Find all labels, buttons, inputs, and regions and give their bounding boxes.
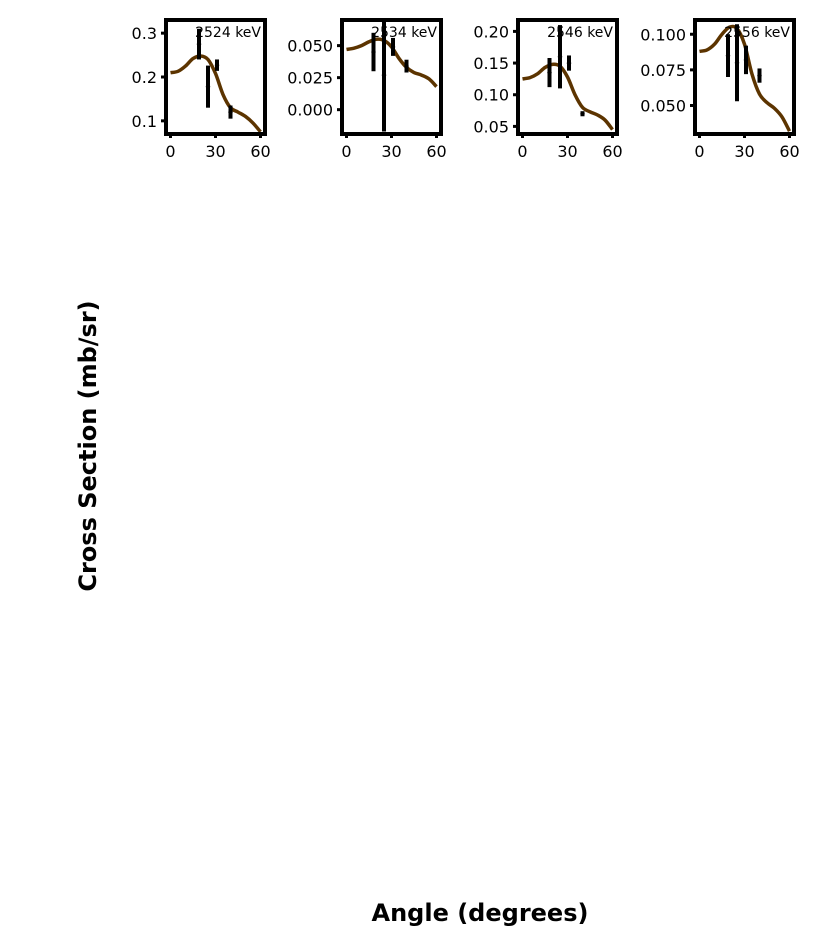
x-tick-label: 30 — [381, 142, 401, 161]
y-tick-label: 0.2 — [132, 68, 157, 87]
x-tick-label: 0 — [694, 142, 704, 161]
y-tick-label: 0.20 — [473, 22, 509, 41]
data-point — [725, 53, 731, 58]
panel-energy-label: 2524 keV — [195, 25, 261, 41]
y-tick-label: 0.15 — [473, 54, 509, 73]
data-point — [214, 62, 220, 68]
y-tick-label: 0.3 — [132, 24, 157, 43]
y-axis-title: Cross Section (mb/sr) — [74, 300, 102, 591]
fit-curve — [522, 62, 614, 131]
data-point — [196, 41, 202, 47]
panel-2: 0 30 60 0.000 0.025 0.050 2534 keV — [287, 18, 447, 161]
data-point — [734, 60, 740, 65]
x-tick-label: 30 — [205, 142, 225, 161]
y-tick-label: 0.000 — [287, 101, 333, 120]
y-tick-label: 0.100 — [640, 25, 686, 44]
data-point — [228, 109, 233, 115]
x-tick-label: 30 — [557, 142, 577, 161]
fit-curve — [699, 24, 792, 132]
data-point — [547, 70, 552, 75]
panels-group: 0 30 60 0.1 0.2 0.3 2524 keV 0 30 60 0.000 0.025 0.0… — [132, 18, 800, 161]
data-point — [404, 63, 409, 69]
data-point — [566, 60, 572, 66]
data-point — [381, 72, 387, 78]
data-point — [757, 73, 762, 78]
data-point — [390, 44, 396, 50]
x-tick-label: 60 — [426, 142, 446, 161]
x-tick-label: 0 — [165, 142, 175, 161]
panel-1: 0 30 60 0.1 0.2 0.3 2524 keV — [132, 18, 271, 161]
y-tick-label: 0.1 — [132, 112, 157, 131]
panel-4: 0 30 60 0.050 0.075 0.100 2556 keV — [640, 18, 800, 161]
y-tick-label: 0.050 — [640, 97, 686, 116]
data-point — [580, 111, 585, 116]
x-tick-label: 0 — [517, 142, 527, 161]
x-tick-label: 60 — [779, 142, 799, 161]
data-point — [205, 84, 211, 89]
x-axis-title: Angle (degrees) — [372, 899, 589, 927]
panel-3: 0 30 60 0.05 0.10 0.15 0.20 2546 keV — [473, 18, 623, 161]
y-tick-label: 0.025 — [287, 69, 333, 88]
x-tick-label: 60 — [250, 142, 270, 161]
y-tick-label: 0.10 — [473, 86, 509, 105]
panel-energy-label: 2556 keV — [724, 25, 790, 41]
y-tick-label: 0.05 — [473, 117, 509, 136]
x-tick-label: 60 — [602, 142, 622, 161]
panel-energy-label: 2534 keV — [371, 25, 437, 41]
figure-canvas: 0 30 60 0.1 0.2 0.3 2524 keV 0 30 60 0.000 0.025 0.0… — [74, 18, 800, 927]
y-tick-label: 0.075 — [640, 61, 686, 80]
x-tick-label: 0 — [341, 142, 351, 161]
panel-energy-label: 2546 keV — [547, 25, 613, 41]
data-point — [743, 57, 749, 63]
x-tick-label: 30 — [734, 142, 754, 161]
data-point — [557, 54, 563, 59]
y-tick-label: 0.050 — [287, 37, 333, 56]
data-point — [371, 49, 376, 55]
